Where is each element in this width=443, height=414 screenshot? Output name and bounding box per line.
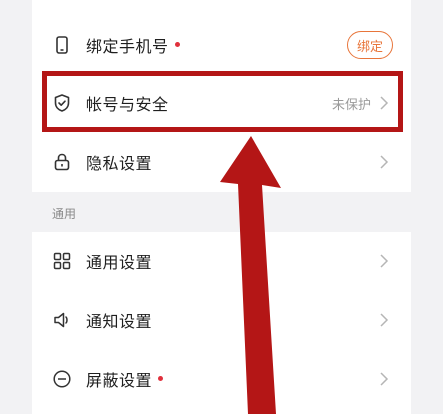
row-label: 绑定手机号 [86,37,169,56]
speaker-icon [52,310,72,330]
row-general-settings[interactable]: 通用设置 [32,232,411,290]
row-bind-phone[interactable]: 绑定手机号 绑定 [32,16,411,74]
section-title-general: 通用 [52,207,77,221]
chevron-right-icon [377,254,391,268]
grid-icon [52,251,72,271]
row-label: 隐私设置 [86,154,153,173]
row-block-settings[interactable]: 屏蔽设置 [32,350,411,408]
annotation-highlight-box [42,71,403,132]
chevron-right-icon [377,313,391,327]
minus-circle-icon [52,369,72,389]
unread-dot [158,375,164,381]
phone-icon [52,35,72,55]
lock-icon [52,152,72,172]
chevron-right-icon [377,372,391,386]
panel-top-edge [32,0,411,14]
unread-dot [174,41,180,47]
bind-button[interactable]: 绑定 [346,31,393,59]
row-privacy-settings[interactable]: 隐私设置 [32,133,411,191]
row-label: 屏蔽设置 [86,371,153,390]
row-label: 通知设置 [86,312,153,331]
row-notification-settings[interactable]: 通知设置 [32,291,411,349]
chevron-right-icon [377,155,391,169]
row-label: 通用设置 [86,253,153,272]
